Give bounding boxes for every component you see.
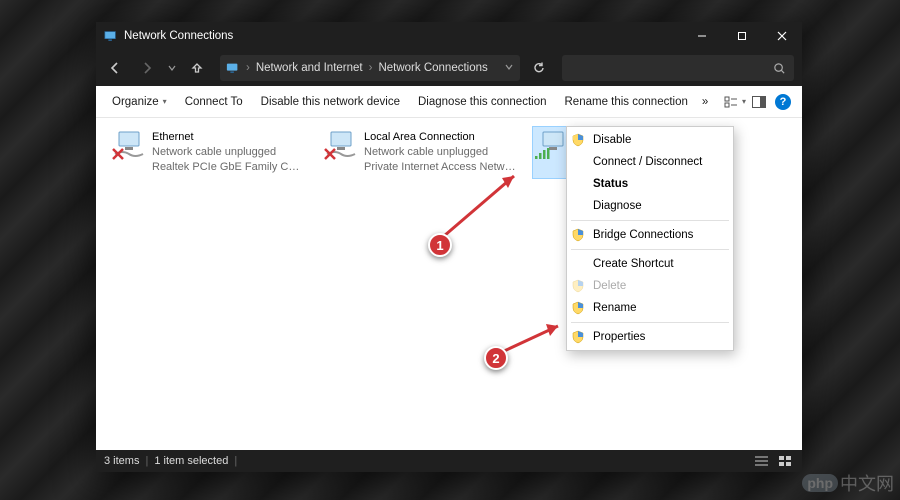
status-bar: 3 items | 1 item selected | [96,450,802,472]
disable-device-button[interactable]: Disable this network device [253,92,408,112]
up-button[interactable] [182,53,212,83]
connection-status: Network cable unplugged [364,145,516,160]
address-bar[interactable]: › Network and Internet › Network Connect… [220,55,520,81]
address-dropdown-icon[interactable] [504,62,514,75]
refresh-button[interactable] [524,53,554,83]
help-icon: ? [775,94,791,110]
recent-dropdown[interactable] [164,53,180,83]
maximize-button[interactable] [722,22,762,50]
breadcrumb-item[interactable]: Network Connections [378,62,487,74]
shield-icon [571,279,585,293]
details-view-button[interactable] [752,453,770,469]
connection-device: Realtek PCIe GbE Family Controller [152,160,304,175]
shield-icon [571,133,585,147]
shield-icon [571,301,585,315]
forward-button[interactable] [132,53,162,83]
annotation-marker-2: 2 [484,346,508,370]
wifi-signal-icon [534,148,550,160]
ctx-disable[interactable]: Disable [567,129,733,151]
watermark: php中文网 [802,470,894,496]
view-options-button[interactable]: ▾ [724,91,746,113]
command-bar: Organize▾ Connect To Disable this networ… [96,86,802,118]
ctx-rename[interactable]: Rename [567,297,733,319]
error-x-icon [324,148,336,160]
overflow-button[interactable]: » [698,92,712,112]
minimize-button[interactable] [682,22,722,50]
error-x-icon [112,148,124,160]
search-icon [773,62,786,75]
connection-status: Network cable unplugged [152,145,304,160]
ctx-separator [571,249,729,250]
ctx-shortcut[interactable]: Create Shortcut [567,253,733,275]
window-icon [104,29,118,43]
close-button[interactable] [762,22,802,50]
window-title: Network Connections [124,30,233,42]
status-item-count: 3 items [104,455,139,467]
status-selected-count: 1 item selected [154,455,228,467]
location-icon [226,61,240,75]
nav-toolbar: › Network and Internet › Network Connect… [96,50,802,86]
large-icons-view-button[interactable] [776,453,794,469]
connection-name: Local Area Connection [364,130,516,145]
breadcrumb-item[interactable]: Network and Internet [256,62,363,74]
content-area[interactable]: Ethernet Network cable unplugged Realtek… [96,118,802,450]
preview-pane-button[interactable] [748,91,770,113]
connection-name: Ethernet [152,130,304,145]
breadcrumb-separator: › [246,62,250,74]
shield-icon [571,228,585,242]
rename-button[interactable]: Rename this connection [557,92,696,112]
network-connections-window: Network Connections › Network and Intern… [96,22,802,472]
ctx-separator [571,322,729,323]
connect-to-button[interactable]: Connect To [177,92,251,112]
breadcrumb-separator: › [369,62,373,74]
ctx-connect[interactable]: Connect / Disconnect [567,151,733,173]
annotation-arrow-1 [436,168,526,243]
diagnose-button[interactable]: Diagnose this connection [410,92,555,112]
ctx-status[interactable]: Status [567,173,733,195]
ctx-diagnose[interactable]: Diagnose [567,195,733,217]
search-box[interactable] [562,55,794,81]
organize-menu[interactable]: Organize▾ [104,92,175,112]
ctx-separator [571,220,729,221]
ctx-delete: Delete [567,275,733,297]
connection-item-ethernet[interactable]: Ethernet Network cable unplugged Realtek… [108,126,308,179]
context-menu: Disable Connect / Disconnect Status Diag… [566,126,734,351]
shield-icon [571,330,585,344]
back-button[interactable] [100,53,130,83]
titlebar: Network Connections [96,22,802,50]
help-button[interactable]: ? [772,91,794,113]
ctx-bridge[interactable]: Bridge Connections [567,224,733,246]
annotation-marker-1: 1 [428,233,452,257]
ctx-properties[interactable]: Properties [567,326,733,348]
